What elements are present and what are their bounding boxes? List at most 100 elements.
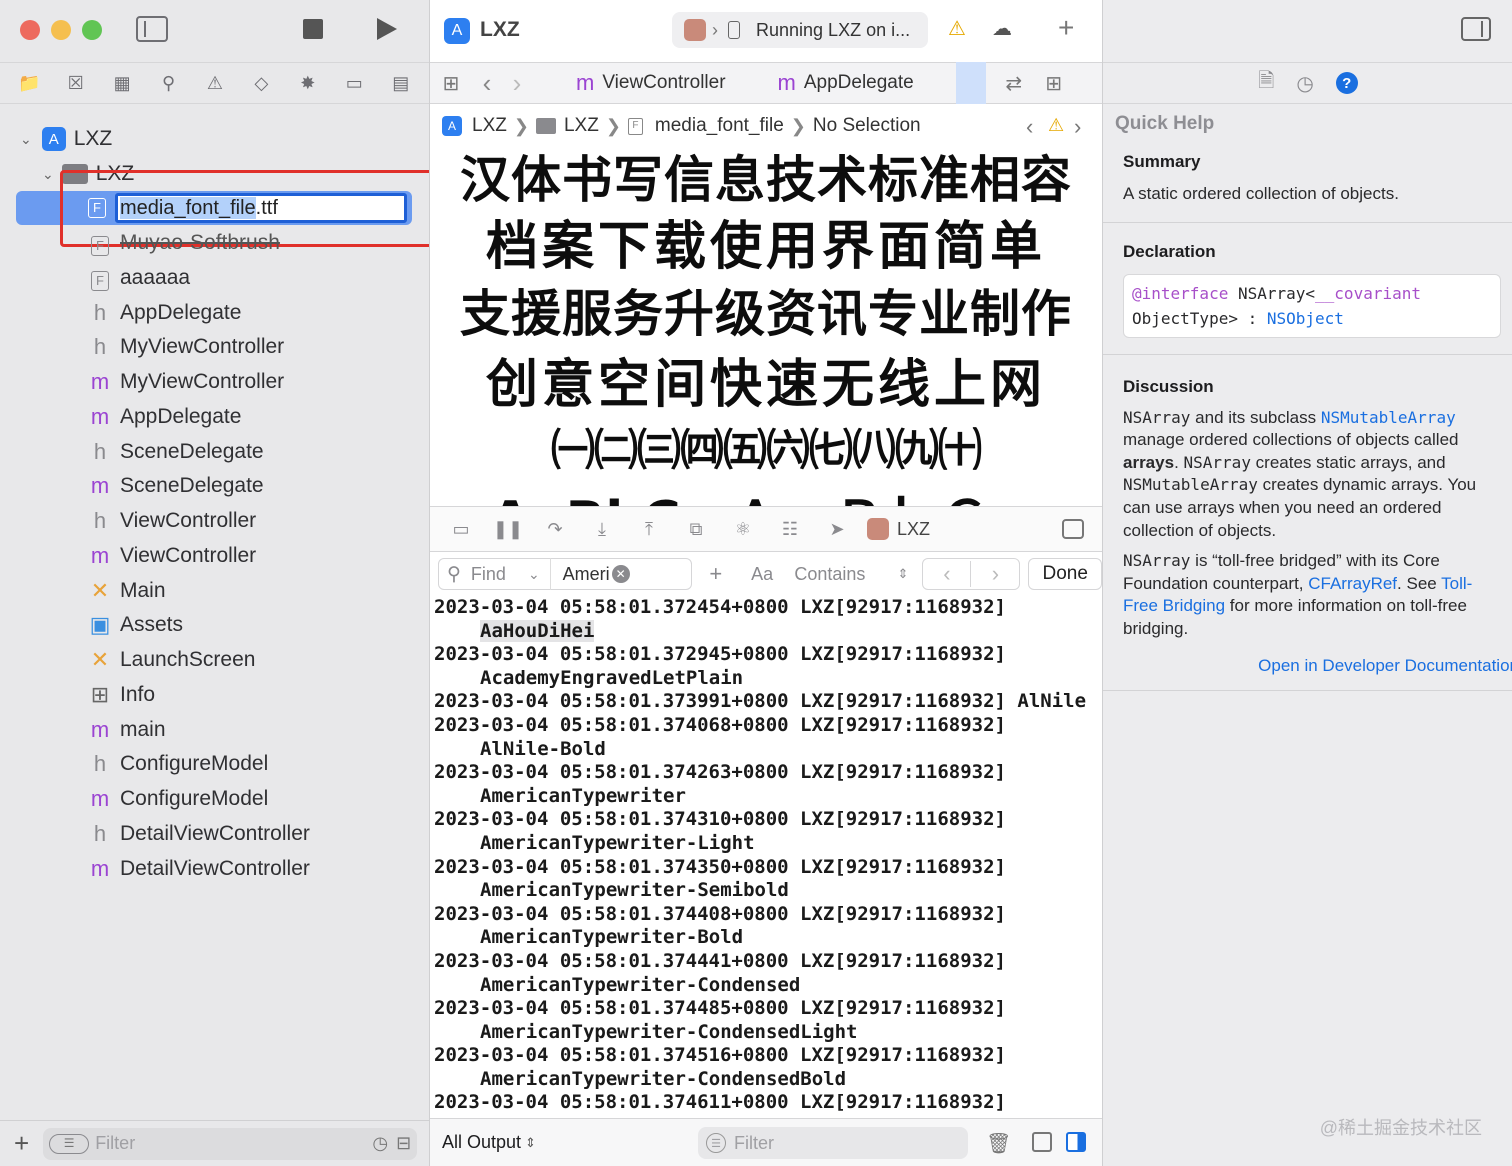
inspector-toggle-icon[interactable] [1461,17,1491,41]
variables-view-icon[interactable] [1032,1132,1052,1152]
file-row[interactable]: Faaaaaa [0,261,429,295]
add-button[interactable]: + [14,1128,29,1159]
trash-icon[interactable]: 🗑 [986,1131,1011,1156]
clear-icon[interactable]: ✕ [611,565,630,583]
minimize-window-button[interactable] [51,20,71,40]
forward-icon[interactable]: › [502,68,532,99]
report-icon[interactable]: ▤ [386,68,416,98]
location-icon[interactable]: ➤ [820,514,854,544]
file-row[interactable]: m SceneDelegate [0,469,429,503]
open-docs-row: Open in Developer Documentation [1123,655,1512,678]
device-icon[interactable] [728,21,740,39]
file-row[interactable]: ▣ Assets [0,608,429,642]
folder-icon[interactable]: 📁 [14,68,44,98]
file-row[interactable]: m DetailViewController [0,852,429,886]
file-row[interactable]: m main [0,713,429,747]
view-hierarchy-icon[interactable]: ⧉ [679,514,713,544]
console-line: 2023-03-04 05:58:01.374611+0800 LXZ[9291… [434,1091,1098,1115]
file-row[interactable]: ⊞ Info [0,678,429,712]
grid-icon[interactable]: ⊞ [430,71,472,96]
find-next-icon[interactable]: › [971,561,1019,587]
filter-options-icon[interactable]: ☰ [49,1133,90,1154]
match-type-select[interactable]: Contains ⇕ [784,558,918,590]
step-out-icon[interactable]: ⤒ [632,514,666,544]
warning-icon[interactable]: ⚠ [948,16,966,41]
zoom-window-button[interactable] [82,20,102,40]
search-icon[interactable]: ⚲ [154,68,184,98]
jump-file[interactable]: media_font_file [655,115,784,137]
back-icon[interactable]: ‹ [472,68,502,99]
swap-icon[interactable]: ⇄ [994,71,1034,96]
chevron-down-icon[interactable]: ⌄ [528,566,540,583]
console-output[interactable]: 2023-03-04 05:58:01.372454+0800 LXZ[9291… [430,596,1102,1118]
file-row[interactable]: h DetailViewController [0,817,429,851]
cloud-icon[interactable]: ☁ [992,16,1012,41]
debug-target[interactable]: LXZ [897,519,930,540]
file-row[interactable]: m ConfigureModel [0,782,429,816]
breakpoint-icon[interactable]: ▭ [339,68,369,98]
stop-icon[interactable] [303,19,323,39]
file-row[interactable]: F Muyao-Softbrush [0,226,429,260]
file-row[interactable]: h AppDelegate [0,296,429,330]
nsobject-link[interactable]: NSObject [1267,309,1344,328]
jump-group[interactable]: LXZ [564,115,599,137]
tab-appdelegate[interactable]: m AppDelegate [758,62,934,104]
file-row[interactable]: h ViewController [0,504,429,538]
step-over-icon[interactable]: ↷ [538,514,572,544]
done-button[interactable]: Done [1028,558,1102,590]
hide-debug-area-icon[interactable]: ▭ [444,514,478,544]
tab-viewcontroller[interactable]: m ViewController [556,62,746,104]
next-issue-icon[interactable]: › [1074,114,1081,140]
source-control-icon[interactable]: ☒ [61,68,91,98]
quick-help-icon[interactable]: ? [1335,72,1358,94]
find-mode[interactable]: Find [471,564,506,585]
memory-graph-icon[interactable]: ⚛ [726,514,760,544]
environment-overrides-icon[interactable]: ☷ [773,514,807,544]
debug-icon[interactable]: ✸ [293,68,323,98]
activity-view[interactable]: › Running LXZ on i... [672,12,928,48]
match-case-button[interactable]: Aa [740,558,784,590]
file-row[interactable]: h ConfigureModel [0,747,429,781]
navigator-filter-field[interactable]: ☰ Filter ◷ ⊟ [43,1127,418,1160]
find-field[interactable]: ⚲ Find ⌄ Ameri ✕ [438,558,692,590]
step-into-icon[interactable]: ⤓ [585,514,619,544]
nsmutablearray-link[interactable]: NSMutableArray [1321,408,1456,427]
file-row[interactable]: h SceneDelegate [0,435,429,469]
jump-selection[interactable]: No Selection [813,115,921,137]
add-pattern-button[interactable]: + [692,558,740,590]
pause-icon[interactable]: ❚❚ [491,514,525,544]
split-console-icon[interactable] [1062,519,1084,539]
sidebar-toggle-icon[interactable] [136,16,168,42]
run-icon[interactable] [377,18,397,40]
file-row[interactable]: m ViewController [0,539,429,573]
source-control-filter-icon[interactable]: ⊟ [396,1133,411,1154]
chevron-down-icon[interactable]: ⌄ [42,166,54,183]
history-icon[interactable]: ◷ [1296,71,1313,96]
open-developer-docs-link[interactable]: Open in Developer Documentation [1258,656,1512,675]
output-selector[interactable]: All Output [442,1132,521,1153]
file-inspector-icon[interactable]: 🗎 [1258,66,1274,100]
chevron-updown-icon[interactable]: ⇕ [525,1135,536,1151]
previous-issue-icon[interactable]: ‹ [1026,114,1033,140]
close-window-button[interactable] [20,20,40,40]
test-icon[interactable]: ◇ [246,68,276,98]
chevron-down-icon[interactable]: ⌄ [20,131,32,148]
console-filter-field[interactable]: ☰ Filter [698,1127,968,1159]
jump-project[interactable]: LXZ [472,115,507,137]
symbol-icon[interactable]: ▦ [107,68,137,98]
file-row[interactable]: ✕ Main [0,574,429,608]
file-row[interactable]: m AppDelegate [0,400,429,434]
console-view-icon[interactable] [1066,1132,1086,1152]
file-row[interactable]: h MyViewController [0,330,429,364]
file-row[interactable]: m MyViewController [0,365,429,399]
warning-icon[interactable]: ⚠ [200,68,230,98]
add-editor-icon[interactable]: ⊞ [1034,71,1074,96]
warning-icon[interactable]: ⚠ [1048,115,1064,136]
find-query[interactable]: Ameri [563,564,610,585]
file-row[interactable]: ✕ LaunchScreen [0,643,429,677]
library-add-icon[interactable]: + [1058,12,1074,44]
cfarrayref-link[interactable]: CFArrayRef [1308,574,1397,593]
recent-files-icon[interactable]: ◷ [372,1133,388,1154]
find-previous-icon[interactable]: ‹ [923,561,972,587]
project-row[interactable]: ⌄ A LXZ [0,122,429,156]
